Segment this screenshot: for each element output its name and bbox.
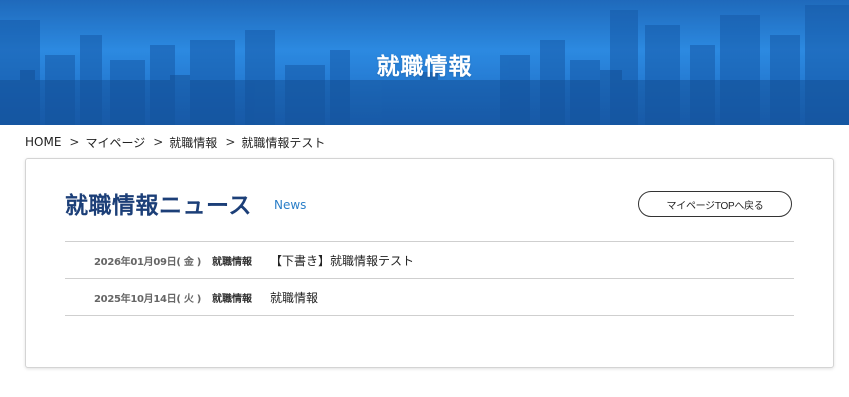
news-date: 2026年01月09日( 金 ) — [94, 256, 201, 268]
breadcrumb-home-link[interactable]: HOME — [25, 135, 61, 149]
news-list-item[interactable]: 2026年01月09日( 金 ) 就職情報 【下書き】就職情報テスト — [65, 241, 794, 278]
breadcrumb-job-info-link[interactable]: 就職情報 — [169, 134, 217, 151]
news-list: 2026年01月09日( 金 ) 就職情報 【下書き】就職情報テスト 2025年… — [65, 241, 794, 316]
news-category: 就職情報 — [212, 293, 252, 305]
news-section-title: 就職情報ニュース — [65, 193, 252, 219]
breadcrumb: HOME > マイページ > 就職情報 > 就職情報テスト — [25, 133, 325, 151]
news-title-link[interactable]: 就職情報 — [270, 289, 318, 306]
news-date: 2025年10月14日( 火 ) — [94, 293, 201, 305]
news-title-link[interactable]: 【下書き】就職情報テスト — [270, 252, 414, 269]
news-section-subtitle: News — [274, 198, 307, 212]
breadcrumb-mypage-link[interactable]: マイページ — [85, 134, 145, 151]
breadcrumb-separator: > — [69, 135, 80, 149]
breadcrumb-separator: > — [153, 135, 164, 149]
hero-banner: 就職情報 — [0, 0, 849, 125]
breadcrumb-current: 就職情報テスト — [241, 135, 326, 150]
news-card: 就職情報ニュース News マイページTOPへ戻る 2026年01月09日( 金… — [25, 158, 834, 368]
back-to-mypage-top-button[interactable]: マイページTOPへ戻る — [638, 191, 792, 217]
breadcrumb-separator: > — [225, 135, 236, 149]
page-title: 就職情報 — [376, 54, 473, 80]
news-category: 就職情報 — [212, 256, 252, 268]
news-list-item[interactable]: 2025年10月14日( 火 ) 就職情報 就職情報 — [65, 278, 794, 316]
